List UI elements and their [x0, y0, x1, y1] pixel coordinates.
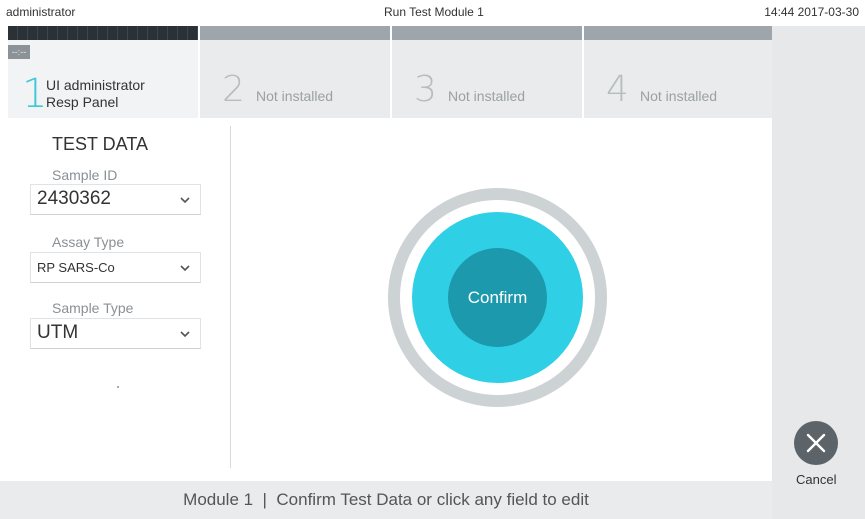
sample-id-value: 2430362	[37, 188, 111, 209]
cancel-label[interactable]: Cancel	[796, 472, 836, 487]
status-message: Module 1 | Confirm Test Data or click an…	[183, 490, 589, 509]
tab-label: Not installed	[448, 88, 526, 104]
assay-type-field[interactable]: RP SARS-Co	[30, 252, 201, 283]
module-tabs: --:-- 1 UI administrator Resp Panel 2 No…	[8, 26, 772, 118]
sample-type-value: UTM	[37, 322, 79, 343]
cancel-button[interactable]	[794, 421, 838, 465]
tab-topbar	[392, 26, 582, 40]
tab-module-4[interactable]: 4 Not installed	[584, 26, 772, 118]
sample-id-label: Sample ID	[52, 167, 118, 183]
tab-label: Not installed	[640, 88, 718, 104]
test-data-title: TEST DATA	[52, 134, 149, 154]
chevron-down-icon	[180, 329, 190, 341]
tab-module-1[interactable]: --:-- 1 UI administrator Resp Panel	[8, 26, 200, 118]
tab-topbar	[584, 26, 772, 40]
tab-topbar	[200, 26, 390, 40]
confirm-button[interactable]: Confirm	[448, 248, 547, 347]
tab-module-2[interactable]: 2 Not installed	[200, 26, 392, 118]
tab-number: 2	[222, 69, 245, 110]
window-title: Run Test Module 1	[384, 5, 484, 19]
panel-divider	[230, 126, 231, 468]
decorative-dot	[117, 386, 119, 388]
tab-panel: Resp Panel	[46, 94, 119, 110]
assay-type-label: Assay Type	[52, 234, 125, 250]
sample-type-label: Sample Type	[52, 300, 134, 316]
tab-number: 1	[22, 71, 48, 117]
clock: 14:44 2017-03-30	[764, 5, 859, 19]
sample-id-field[interactable]: 2430362	[30, 184, 201, 215]
status-bar: Module 1 | Confirm Test Data or click an…	[0, 481, 772, 519]
user-name: administrator	[6, 5, 76, 19]
tab-user: UI administrator	[46, 77, 145, 93]
close-icon	[806, 433, 826, 453]
chevron-down-icon	[180, 195, 190, 207]
chevron-down-icon	[180, 263, 190, 275]
title-bar: administrator Run Test Module 1 14:44 20…	[0, 0, 865, 26]
tab-label: Not installed	[256, 88, 334, 104]
assay-type-value: RP SARS-Co	[37, 260, 115, 275]
tab-module-3[interactable]: 3 Not installed	[392, 26, 584, 118]
tab-number: 4	[606, 69, 629, 110]
module-badge: --:--	[8, 45, 30, 59]
tab-number: 3	[414, 69, 437, 110]
sample-type-field[interactable]: UTM	[30, 318, 201, 349]
progress-stripes	[8, 26, 198, 40]
